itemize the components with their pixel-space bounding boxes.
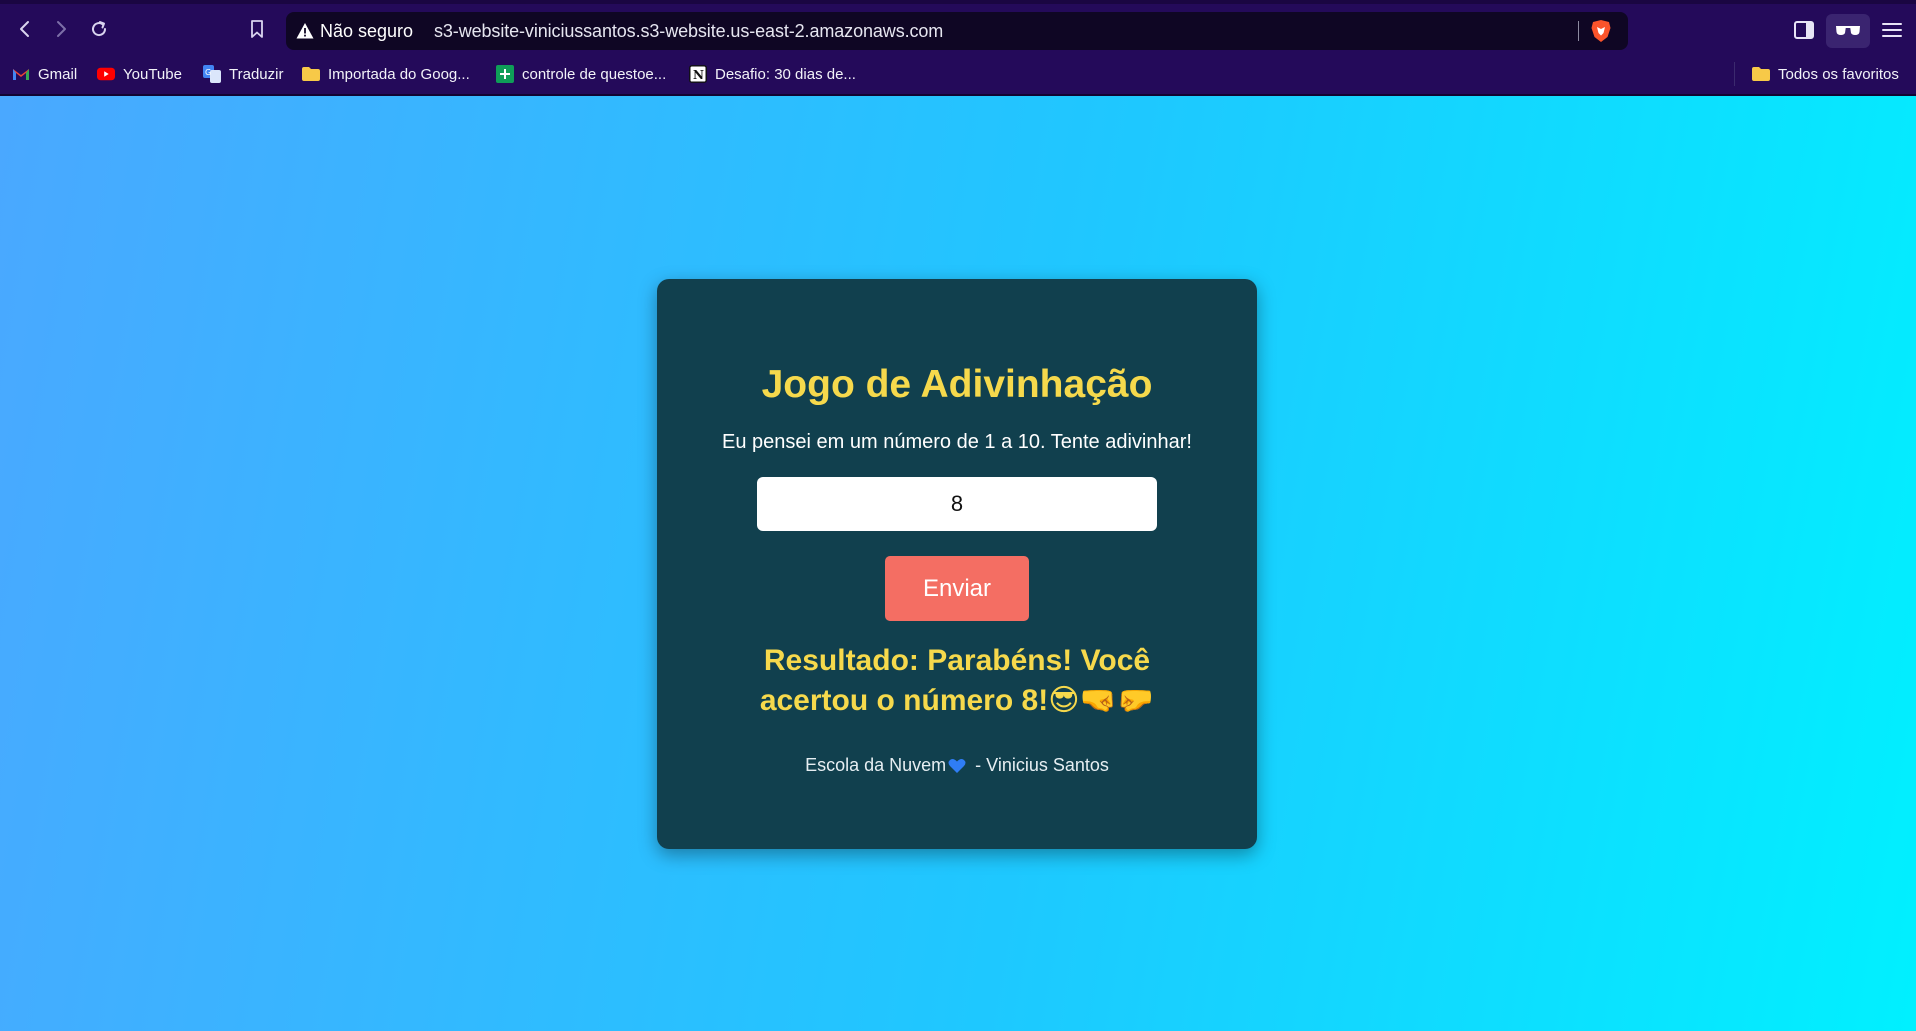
svg-text:G: G	[205, 68, 211, 77]
brave-shields-icon[interactable]	[1590, 19, 1612, 43]
security-status[interactable]: Não seguro	[320, 21, 413, 42]
reload-icon	[92, 21, 107, 37]
reader-mode-icon	[1836, 26, 1860, 35]
game-instructions: Eu pensei em um número de 1 a 10. Tente …	[722, 431, 1192, 453]
reader-mode-button[interactable]	[1826, 14, 1870, 48]
footer-credit: Escola da Nuvem - Vinicius Santos	[657, 755, 1257, 776]
submit-button[interactable]: Enviar	[885, 556, 1029, 621]
game-title: Jogo de Adivinhação	[761, 363, 1153, 406]
bookmark-gmail[interactable]: Gmail	[12, 62, 77, 86]
bookmark-desafio[interactable]: N Desafio: 30 dias de...	[689, 62, 856, 86]
bookmark-label: controle de questoe...	[522, 65, 667, 83]
result-message: Resultado: Parabéns! Você acertou o núme…	[759, 644, 1155, 717]
footer-author: - Vinicius Santos	[970, 755, 1109, 775]
youtube-icon	[97, 65, 115, 83]
forward-button[interactable]	[46, 14, 76, 44]
page-viewport: Jogo de Adivinhação Eu pensei em um núme…	[0, 96, 1916, 1031]
menu-icon[interactable]	[1880, 18, 1904, 42]
bookmark-folder-importada[interactable]: Importada do Goog...	[302, 62, 470, 86]
sheets-icon	[496, 65, 514, 83]
notion-icon: N	[689, 65, 707, 83]
sidebar-icon[interactable]	[1792, 18, 1816, 42]
folder-icon	[302, 65, 320, 83]
bookmark-youtube[interactable]: YouTube	[97, 62, 182, 86]
folder-icon	[1752, 65, 1770, 83]
footer-school: Escola da Nuvem	[805, 755, 947, 775]
all-bookmarks-folder[interactable]: Todos os favoritos	[1752, 62, 1899, 86]
address-bar[interactable]: Não seguro s3-website-viniciussantos.s3-…	[286, 12, 1628, 50]
bookmark-controle[interactable]: controle de questoe...	[496, 62, 666, 86]
bookmark-label: Importada do Goog...	[328, 65, 470, 83]
bookmark-traduzir[interactable]: G Traduzir	[203, 62, 283, 86]
bookmarks-bar: Gmail YouTube G Traduzir Importada do Go…	[0, 54, 1916, 96]
gmail-icon	[12, 65, 30, 83]
blue-heart-icon	[948, 759, 966, 774]
bookmarks-divider	[1734, 62, 1735, 86]
forward-icon	[57, 21, 66, 37]
all-bookmarks-label: Todos os favoritos	[1778, 65, 1899, 83]
guess-input[interactable]	[757, 477, 1157, 531]
bookmark-page-button[interactable]	[242, 14, 272, 44]
back-button[interactable]	[10, 14, 40, 44]
svg-text:N: N	[693, 68, 704, 82]
warning-icon	[296, 23, 314, 39]
bookmark-icon	[251, 20, 263, 38]
translate-icon: G	[203, 65, 221, 83]
bookmark-label: Desafio: 30 dias de...	[715, 65, 856, 83]
bookmark-label: YouTube	[123, 65, 182, 83]
bookmark-label: Traduzir	[229, 65, 284, 83]
url-text[interactable]: s3-website-viniciussantos.s3-website.us-…	[434, 21, 943, 42]
bookmark-label: Gmail	[38, 65, 78, 83]
address-divider	[1578, 21, 1579, 41]
browser-toolbar: Não seguro s3-website-viniciussantos.s3-…	[0, 0, 1916, 54]
reload-button[interactable]	[84, 14, 114, 44]
game-card: Jogo de Adivinhação Eu pensei em um núme…	[657, 279, 1257, 849]
back-icon	[20, 21, 29, 37]
